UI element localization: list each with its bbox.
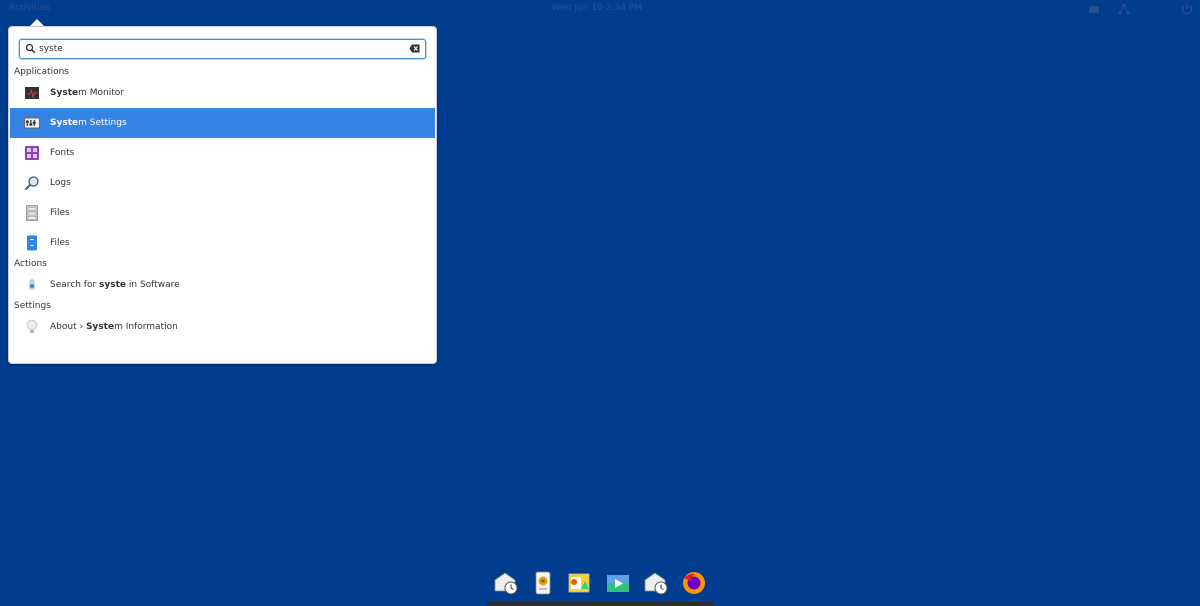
top-bar: Activities Wed Jun 10 2:34 PM [0,0,1200,18]
settings-app-icon[interactable] [529,569,557,597]
app-item-files[interactable]: Files [10,228,435,258]
search-box[interactable] [19,39,426,59]
mail-clock-icon[interactable] [492,569,520,597]
app-item-system-monitor[interactable]: System Monitor [10,78,435,108]
menu-arrow [30,19,44,26]
app-item-label: Logs [50,178,71,188]
video-player-icon[interactable] [604,569,632,597]
fonts-icon [25,146,39,160]
app-item-label: System Settings [50,118,127,128]
settings-item-label: About › System Information [50,322,178,332]
activities-button[interactable]: Activities [9,3,50,13]
app-item-label: Files [50,208,70,218]
dock [485,563,713,606]
screen-icon[interactable] [1087,2,1101,16]
action-item-label: Search for syste in Software [50,280,180,290]
dock-bar [487,602,713,606]
app-item-logs[interactable]: Logs [10,168,435,198]
firefox-icon[interactable] [680,569,708,597]
lightbulb-icon [26,319,38,333]
power-icon[interactable] [1180,2,1194,16]
system-settings-icon [24,117,40,129]
app-item-files-cabinet[interactable]: Files [10,198,435,228]
software-icon [29,279,35,290]
app-item-label: Files [50,238,70,248]
section-settings: Settings [14,301,51,311]
logs-icon [24,176,39,191]
app-item-label: Fonts [50,148,75,158]
file-cabinet-icon [26,205,38,221]
system-monitor-icon [25,87,39,99]
app-item-system-settings[interactable]: System Settings [10,108,435,138]
search-input[interactable] [39,41,399,56]
photos-icon[interactable] [565,569,593,597]
search-icon [25,43,36,54]
section-applications: Applications [14,67,69,77]
clear-text-icon[interactable] [409,44,420,53]
mail-clock-icon-2[interactable] [642,569,670,597]
clock[interactable]: Wed Jun 10 2:34 PM [552,3,642,13]
network-icon[interactable] [1117,2,1131,16]
files-icon [27,235,37,251]
app-search-menu: Applications System Monitor System Setti… [8,26,437,364]
action-item-search-software[interactable]: Search for syste in Software [10,270,435,300]
section-actions: Actions [14,259,47,269]
app-item-label: System Monitor [50,88,124,98]
app-item-fonts[interactable]: Fonts [10,138,435,168]
settings-item-system-information[interactable]: About › System Information [10,312,435,342]
